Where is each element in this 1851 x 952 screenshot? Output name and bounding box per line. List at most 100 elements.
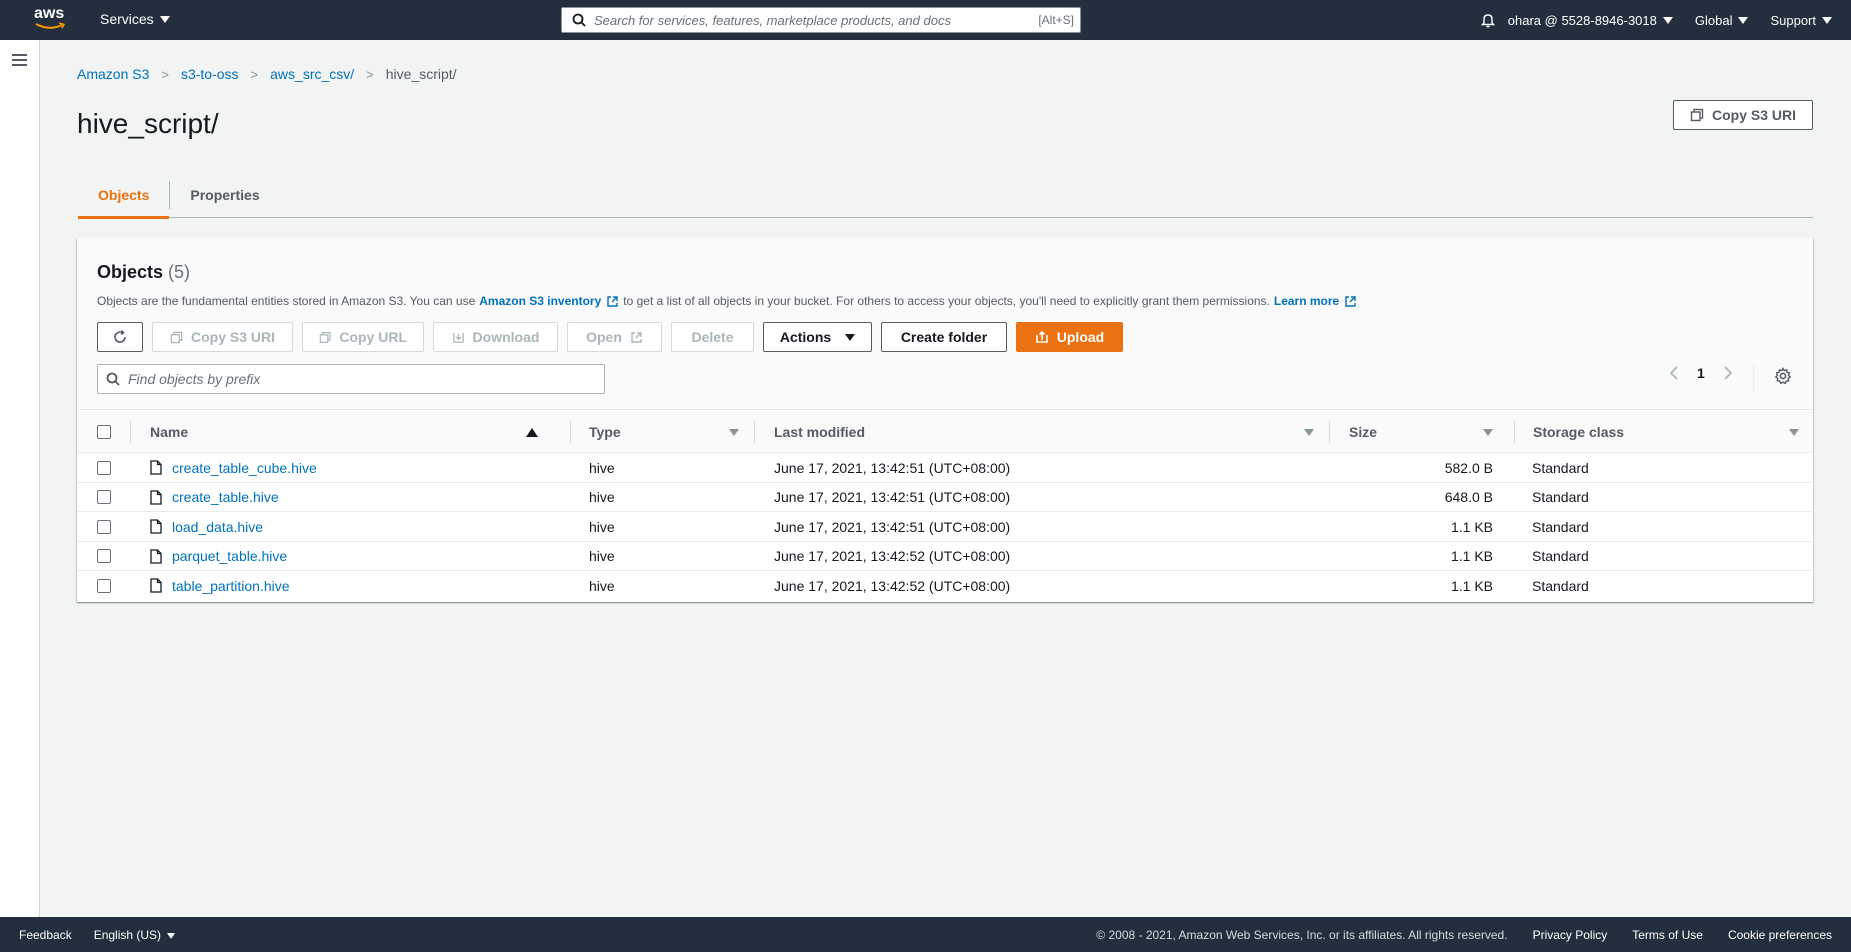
terms-of-use-link[interactable]: Terms of Use — [1632, 928, 1703, 942]
row-checkbox[interactable] — [97, 519, 111, 534]
refresh-icon — [114, 329, 126, 343]
download-icon — [452, 332, 464, 343]
select-all-checkbox[interactable] — [97, 425, 111, 439]
object-name-link[interactable]: parquet_table.hive — [172, 548, 287, 564]
language-selector[interactable]: English (US) — [94, 928, 176, 942]
copy-s3-uri-label: Copy S3 URI — [1711, 107, 1796, 123]
table-row[interactable]: table_partition.hive hive June 17, 2021,… — [77, 571, 1813, 601]
column-name-label: Name — [150, 424, 189, 440]
upload-button[interactable]: Upload — [1016, 322, 1123, 352]
footer-right: © 2008 - 2021, Amazon Web Services, Inc.… — [1096, 928, 1832, 942]
column-divider — [1329, 421, 1330, 443]
objects-container: Objects (5) Objects are the fundamental … — [77, 238, 1813, 602]
table-row[interactable]: create_table.hive hive June 17, 2021, 13… — [77, 483, 1813, 512]
column-size-label: Size — [1349, 424, 1378, 440]
object-type: hive — [589, 489, 615, 505]
search-icon — [106, 372, 120, 386]
object-type: hive — [589, 548, 615, 564]
object-name-link[interactable]: create_table_cube.hive — [172, 460, 317, 476]
download-label: Download — [472, 329, 540, 345]
table-row[interactable]: load_data.hive hive June 17, 2021, 13:42… — [77, 512, 1813, 542]
page-title: hive_script/ — [77, 108, 219, 139]
copy-s3-uri-toolbar-button[interactable]: Copy S3 URI — [152, 322, 293, 352]
tab-properties[interactable]: Properties — [170, 172, 279, 218]
column-header-last-modified[interactable]: Last modified — [774, 411, 1314, 453]
footer-left: Feedback English (US) — [19, 928, 176, 942]
aws-logo[interactable]: aws — [34, 6, 70, 32]
tab-list: Objects Properties — [78, 172, 1813, 219]
column-divider — [570, 421, 571, 443]
object-name-link[interactable]: load_data.hive — [172, 519, 263, 535]
tab-objects[interactable]: Objects — [78, 172, 170, 219]
column-divider — [1514, 421, 1515, 443]
find-objects-input[interactable]: Find objects by prefix — [97, 364, 605, 394]
copy-url-button[interactable]: Copy URL — [302, 322, 424, 352]
breadcrumb-bucket[interactable]: s3-to-oss — [181, 66, 239, 82]
copy-s3-uri-button[interactable]: Copy S3 URI — [1673, 100, 1813, 130]
row-checkbox[interactable] — [97, 490, 111, 504]
open-label: Open — [586, 329, 622, 345]
object-storage-class: Standard — [1532, 577, 1589, 594]
services-label: Services — [100, 11, 154, 27]
breadcrumb-amazon-s3[interactable]: Amazon S3 — [77, 66, 149, 82]
table-row[interactable]: parquet_table.hive hive June 17, 2021, 1… — [77, 542, 1813, 571]
support-menu[interactable]: Support — [1770, 13, 1832, 28]
object-last-modified: June 17, 2021, 13:42:51 (UTC+08:00) — [774, 459, 1011, 476]
search-shortcut-hint: [Alt+S] — [1038, 13, 1074, 27]
object-last-modified: June 17, 2021, 13:42:52 (UTC+08:00) — [774, 577, 1011, 594]
s3-inventory-link[interactable]: Amazon S3 inventory — [479, 294, 601, 308]
footer: Feedback English (US) © 2008 - 2021, Ama… — [0, 917, 1851, 952]
page-number[interactable]: 1 — [1697, 365, 1705, 381]
actions-dropdown[interactable]: Actions — [763, 322, 872, 352]
cookie-preferences-link[interactable]: Cookie preferences — [1728, 928, 1832, 942]
actions-label: Actions — [779, 329, 832, 345]
column-header-size[interactable]: Size — [1349, 411, 1493, 453]
find-objects-placeholder: Find objects by prefix — [128, 371, 261, 387]
row-checkbox[interactable] — [97, 460, 111, 475]
object-name-link[interactable]: create_table.hive — [172, 489, 279, 505]
objects-count: (5) — [168, 262, 191, 282]
row-checkbox[interactable] — [97, 578, 111, 593]
notifications-button[interactable] — [1480, 12, 1496, 28]
row-checkbox[interactable] — [97, 549, 111, 563]
table-row[interactable]: create_table_cube.hive hive June 17, 202… — [77, 453, 1813, 483]
object-type: hive — [589, 518, 615, 535]
object-name-link[interactable]: table_partition.hive — [172, 578, 290, 594]
object-storage-class: Standard — [1532, 518, 1589, 535]
refresh-button[interactable] — [97, 322, 143, 352]
download-button[interactable]: Download — [433, 322, 558, 352]
chevron-right-icon: > — [161, 66, 169, 82]
chevron-down-icon — [159, 15, 170, 23]
column-header-storage-class[interactable]: Storage class — [1533, 411, 1799, 453]
sort-icon — [1304, 428, 1314, 436]
learn-more-link[interactable]: Learn more — [1274, 294, 1339, 308]
services-menu[interactable]: Services — [100, 11, 170, 27]
create-folder-button[interactable]: Create folder — [881, 322, 1007, 352]
gear-icon[interactable] — [1774, 367, 1792, 385]
delete-button[interactable]: Delete — [671, 322, 754, 352]
open-button[interactable]: Open — [567, 322, 662, 352]
chevron-down-icon — [167, 932, 176, 939]
column-header-name[interactable]: Name — [150, 411, 550, 453]
copy-url-label: Copy URL — [339, 329, 407, 345]
object-size: 648.0 B — [1444, 489, 1493, 505]
object-last-modified: June 17, 2021, 13:42:52 (UTC+08:00) — [774, 548, 1011, 564]
column-header-type[interactable]: Type — [589, 411, 739, 453]
object-last-modified: June 17, 2021, 13:42:51 (UTC+08:00) — [774, 489, 1011, 505]
region-menu[interactable]: Global — [1695, 13, 1749, 28]
chevron-left-icon[interactable] — [1669, 365, 1679, 381]
region-label: Global — [1694, 12, 1733, 28]
feedback-link[interactable]: Feedback — [19, 928, 72, 942]
privacy-policy-link[interactable]: Privacy Policy — [1533, 928, 1608, 942]
copy-icon — [319, 331, 331, 343]
chevron-right-icon[interactable] — [1723, 365, 1733, 381]
breadcrumb-folder[interactable]: aws_src_csv/ — [270, 66, 354, 82]
menu-icon[interactable] — [12, 54, 27, 66]
bell-icon — [1480, 14, 1495, 28]
account-menu[interactable]: ohara @ 5528-8946-3018 — [1508, 13, 1673, 28]
breadcrumb-current: hive_script/ — [385, 66, 457, 82]
global-search-input[interactable]: Search for services, features, marketpla… — [561, 7, 1081, 33]
column-storage-class-label: Storage class — [1533, 424, 1625, 440]
object-last-modified: June 17, 2021, 13:42:51 (UTC+08:00) — [774, 518, 1011, 535]
objects-title: Objects (5) — [97, 262, 190, 283]
